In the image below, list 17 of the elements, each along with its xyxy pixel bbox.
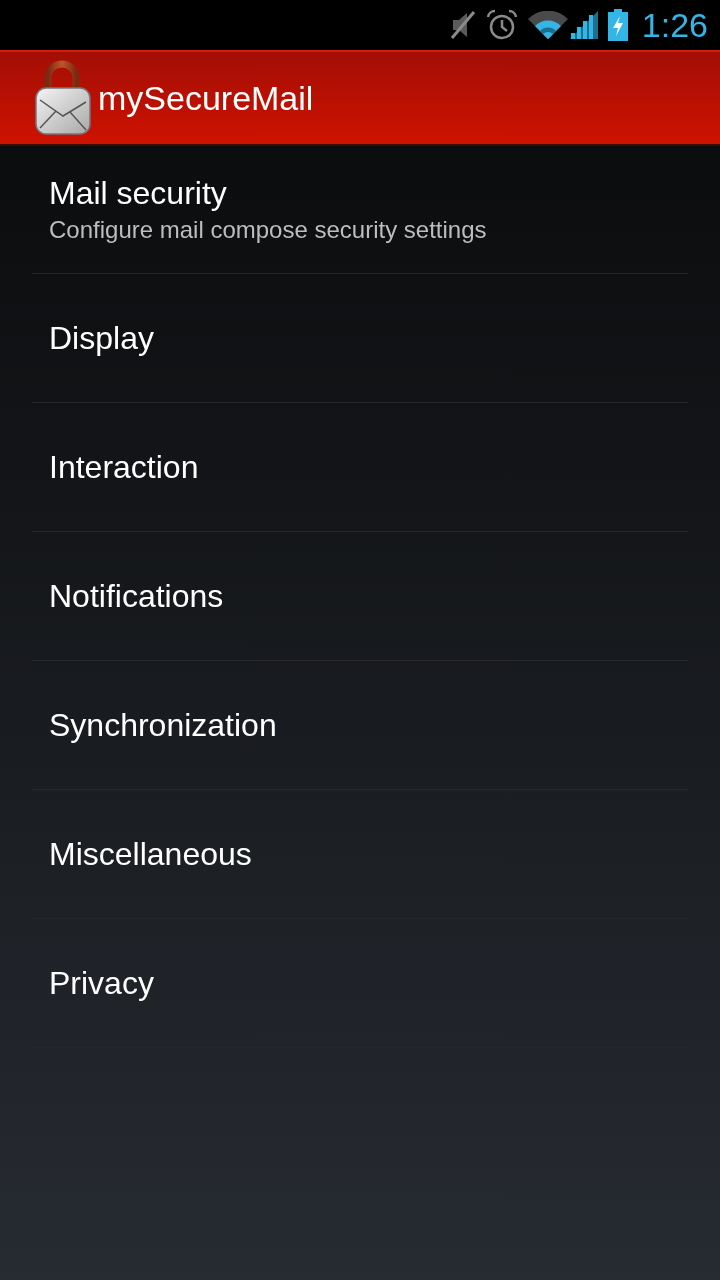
- setting-item[interactable]: Notifications: [49, 576, 224, 616]
- setting-item[interactable]: Synchronization: [49, 705, 277, 745]
- clock-time: 1:26: [641, 5, 708, 45]
- setting-item[interactable]: Privacy: [49, 963, 154, 1003]
- setting-item[interactable]: Mail security Configure mail compose security settings: [49, 172, 487, 247]
- battery-charging-icon: [607, 9, 628, 41]
- setting-title: Mail security: [49, 173, 227, 213]
- setting-summary: Configure mail compose security settings: [49, 214, 487, 245]
- wifi-icon: [527, 11, 568, 39]
- setting-item[interactable]: Interaction: [49, 447, 199, 487]
- muted-speaker-icon: [449, 10, 476, 40]
- setting-item[interactable]: Miscellaneous: [49, 834, 252, 874]
- app-title: mySecureMail: [98, 78, 314, 119]
- padlock-envelope-logo-icon: [34, 60, 92, 136]
- cell-signal-icon: [569, 11, 598, 39]
- alarm-clock-icon: [485, 9, 518, 41]
- setting-item[interactable]: Display: [49, 318, 154, 358]
